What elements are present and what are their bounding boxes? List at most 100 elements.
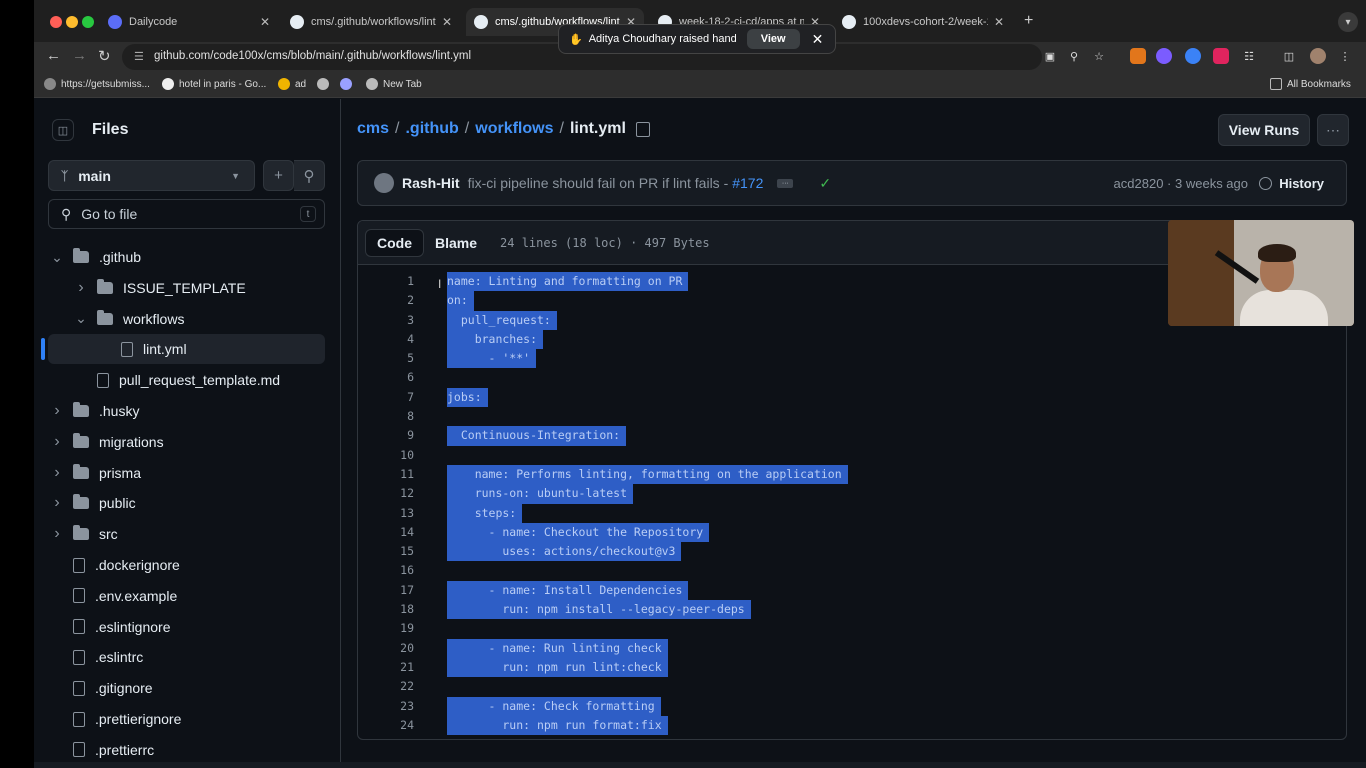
code-line[interactable]: 24 run: npm run format:fix [358, 715, 1346, 736]
history-button[interactable]: History [1259, 176, 1324, 191]
tree-folder-item[interactable]: › src [51, 519, 118, 549]
code-line[interactable]: 16 [358, 561, 1346, 580]
browser-tab[interactable]: 100xdevs-cohort-2/week-18 ✕ [834, 8, 1012, 36]
back-arrow-icon[interactable]: ← [46, 47, 61, 64]
line-number[interactable]: 20 [388, 639, 414, 658]
extensions-puzzle-icon[interactable]: ☷ [1241, 48, 1257, 64]
tree-folder-item[interactable]: › migrations [51, 427, 164, 457]
tree-folder-item[interactable]: › .husky [51, 396, 139, 426]
check-icon[interactable]: ✓ [819, 175, 831, 192]
code-line[interactable]: 18 run: npm install --legacy-peer-deps [358, 600, 1346, 620]
line-number[interactable]: 17 [388, 581, 414, 600]
close-icon[interactable]: ✕ [812, 31, 824, 48]
browser-menu-icon[interactable]: ⋮ [1337, 48, 1353, 64]
bookmark-item[interactable] [317, 78, 334, 90]
code-line[interactable]: 10 [358, 446, 1346, 465]
tree-folder-item[interactable]: › public [51, 488, 136, 518]
more-options-icon[interactable]: ⋯ [1317, 114, 1349, 146]
chevron-right-icon[interactable]: › [51, 464, 63, 482]
code-line[interactable]: 5 - '**' [358, 349, 1346, 369]
line-number[interactable]: 14 [388, 523, 414, 542]
code-line[interactable]: 17 - name: Install Dependencies [358, 580, 1346, 601]
line-number[interactable]: 7 [388, 388, 414, 407]
tab-close-icon[interactable]: ✕ [260, 15, 270, 29]
branch-selector[interactable]: ᛉ main ▼ [48, 160, 255, 191]
code-line[interactable]: 11 name: Performs linting, formatting on… [358, 464, 1346, 485]
line-number[interactable]: 11 [388, 465, 414, 484]
line-number[interactable]: 18 [388, 600, 414, 619]
site-info-icon[interactable]: ☰ [134, 50, 144, 63]
tree-folder-item[interactable]: › prisma [51, 458, 141, 488]
tree-file-item[interactable]: .env.example [51, 581, 177, 611]
go-to-file-input[interactable]: ⚲ Go to file t [48, 199, 325, 229]
line-number[interactable]: 3 [388, 311, 414, 330]
line-number[interactable]: 24 [388, 716, 414, 735]
view-runs-button[interactable]: View Runs [1218, 114, 1310, 146]
commit-sha-and-time[interactable]: acd2820 · 3 weeks ago [1114, 176, 1248, 191]
line-number[interactable]: 6 [388, 368, 414, 387]
commit-author[interactable]: Rash-Hit [402, 175, 460, 191]
bookmark-item[interactable]: New Tab [366, 78, 422, 90]
code-line[interactable]: 21 run: npm run lint:check [358, 657, 1346, 678]
code-line[interactable]: 9 Continuous-Integration: [358, 426, 1346, 446]
code-line[interactable]: 19 [358, 619, 1346, 638]
tab-code[interactable]: Code [365, 228, 424, 257]
tree-file-item[interactable]: lint.yml [99, 334, 187, 364]
metamask-extension-icon[interactable] [1130, 48, 1146, 64]
chevron-right-icon[interactable]: › [51, 525, 63, 543]
line-number[interactable]: 8 [388, 407, 414, 426]
line-number[interactable]: 16 [388, 561, 414, 580]
pull-request-link[interactable]: #172 [732, 175, 763, 191]
code-line[interactable]: 23 - name: Check formatting [358, 696, 1346, 716]
browser-tab[interactable]: Dailycode ✕ [100, 8, 278, 36]
tab-blame[interactable]: Blame [424, 229, 488, 257]
tree-file-item[interactable]: .dockerignore [51, 550, 180, 580]
extension-icon[interactable] [1213, 48, 1229, 64]
close-window-button[interactable] [50, 16, 62, 28]
forward-arrow-icon[interactable]: → [72, 47, 87, 64]
install-app-icon[interactable]: ▣ [1042, 48, 1058, 64]
bookmark-item[interactable]: https://getsubmiss... [44, 78, 150, 90]
add-file-button[interactable]: + [263, 160, 294, 191]
maximize-window-button[interactable] [82, 16, 94, 28]
code-line[interactable]: 15 uses: actions/checkout@v3 [358, 542, 1346, 562]
tree-file-item[interactable]: .gitignore [51, 673, 153, 703]
side-panel-icon[interactable]: ◫ [1281, 48, 1297, 64]
code-line[interactable]: 12 runs-on: ubuntu-latest [358, 484, 1346, 504]
code-line[interactable]: 6 [358, 368, 1346, 387]
line-number[interactable]: 23 [388, 697, 414, 716]
extension-icon[interactable] [1185, 48, 1201, 64]
minimize-window-button[interactable] [66, 16, 78, 28]
chevron-right-icon[interactable]: › [75, 279, 87, 297]
breadcrumb-github-link[interactable]: .github [405, 120, 458, 138]
line-number[interactable]: 12 [388, 484, 414, 503]
commit-sha[interactable]: acd2820 [1114, 176, 1164, 191]
code-line[interactable]: 4 branches: [358, 329, 1346, 350]
browser-tab[interactable]: cms/.github/workflows/lint.ym ✕ [282, 8, 460, 36]
bookmark-item[interactable]: hotel in paris - Go... [162, 78, 266, 90]
line-number[interactable]: 19 [388, 619, 414, 638]
chevron-right-icon[interactable]: › [51, 433, 63, 451]
code-line[interactable]: 22 [358, 677, 1346, 696]
line-number[interactable]: 22 [388, 677, 414, 696]
reload-icon[interactable]: ↻ [98, 47, 111, 65]
code-line[interactable]: 14 - name: Checkout the Repository [358, 522, 1346, 543]
tree-folder-item[interactable]: ⌄ workflows [75, 304, 184, 334]
bookmark-star-icon[interactable]: ☆ [1091, 48, 1107, 64]
all-bookmarks-link[interactable]: All Bookmarks [1270, 78, 1351, 90]
tab-close-icon[interactable]: ✕ [442, 15, 452, 29]
code-line[interactable]: 13 steps: [358, 503, 1346, 523]
profile-avatar[interactable] [1310, 48, 1326, 64]
chevron-right-icon[interactable]: › [51, 402, 63, 420]
code-line[interactable]: 8 [358, 407, 1346, 426]
collapse-sidebar-icon[interactable]: ◫ [52, 119, 74, 141]
code-line[interactable]: 20 - name: Run linting check [358, 638, 1346, 658]
line-number[interactable]: 2 [388, 291, 414, 310]
commit-message[interactable]: fix-ci pipeline should fail on PR if lin… [468, 175, 729, 191]
copy-path-icon[interactable] [635, 121, 650, 137]
view-button[interactable]: View [746, 29, 800, 49]
expand-commit-ellipsis-icon[interactable]: ··· [777, 178, 794, 188]
tab-close-icon[interactable]: ✕ [994, 15, 1004, 29]
breadcrumb-workflows-link[interactable]: workflows [475, 120, 553, 138]
line-number[interactable]: 5 [388, 349, 414, 368]
